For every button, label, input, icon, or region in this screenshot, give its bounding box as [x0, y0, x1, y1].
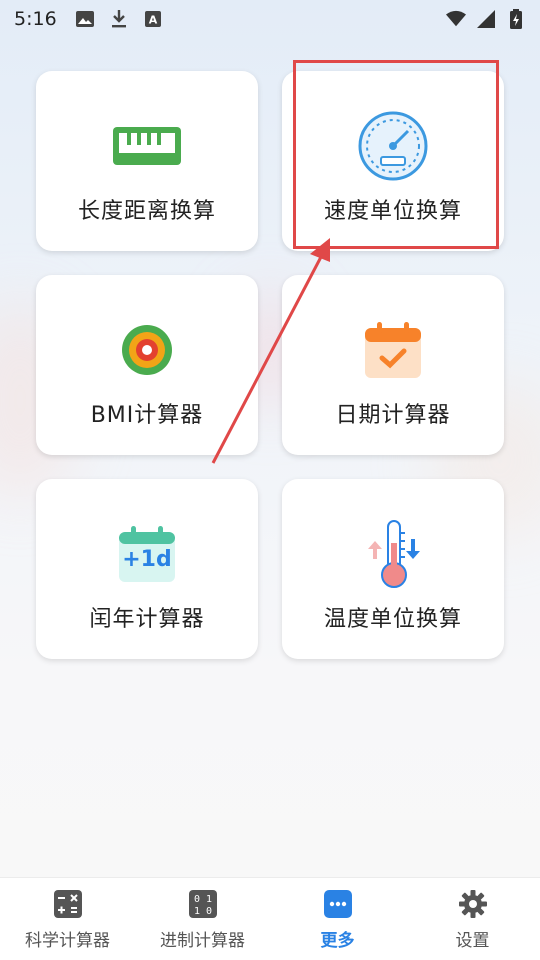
thermometer-icon	[358, 519, 428, 589]
signal-icon	[476, 9, 496, 29]
nav-item-scientific-calculator[interactable]: 科学计算器	[0, 878, 135, 960]
card-date-calculator[interactable]: 日期计算器	[282, 275, 504, 455]
card-temperature-conversion[interactable]: 温度单位换算	[282, 479, 504, 659]
card-label: 日期计算器	[335, 403, 451, 428]
tool-grid: 长度距离换算 速度单位换算 BMI计算器 日期计算器 +1d 闰年计算器 温度单…	[36, 71, 504, 659]
nav-label: 科学计算器	[25, 930, 110, 951]
calendar-text: +1d	[122, 547, 172, 572]
card-bmi-calculator[interactable]: BMI计算器	[36, 275, 258, 455]
card-label: 长度距离换算	[77, 199, 216, 224]
wifi-icon	[446, 9, 466, 29]
card-label: 温度单位换算	[323, 607, 462, 632]
card-label: 闰年计算器	[89, 607, 205, 632]
nav-label: 设置	[455, 930, 490, 951]
nav-label: 更多	[320, 930, 355, 951]
card-label: BMI计算器	[90, 403, 204, 428]
nav-label: 进制计算器	[160, 930, 245, 951]
svg-text:1: 1	[205, 894, 211, 905]
a-text-icon: A	[143, 9, 163, 29]
svg-text:A: A	[148, 14, 157, 27]
bottom-nav: 科学计算器 0 1 1 0 进制计算器 更多 设置	[0, 877, 540, 960]
ruler-icon	[112, 111, 182, 181]
card-label: 速度单位换算	[323, 199, 462, 224]
battery-icon	[506, 9, 526, 29]
card-length-conversion[interactable]: 长度距离换算	[36, 71, 258, 251]
svg-text:0: 0	[193, 894, 199, 905]
calculator-icon	[52, 888, 84, 920]
binary-icon: 0 1 1 0	[187, 888, 219, 920]
nav-item-more[interactable]: 更多	[270, 878, 405, 960]
calendar-check-icon	[358, 315, 428, 385]
nav-item-settings[interactable]: 设置	[405, 878, 540, 960]
card-leap-year-calculator[interactable]: +1d 闰年计算器	[36, 479, 258, 659]
more-dots-icon	[322, 888, 354, 920]
download-icon	[109, 9, 129, 29]
status-time: 5:16	[14, 8, 57, 30]
speedometer-icon	[358, 111, 428, 181]
card-speed-conversion[interactable]: 速度单位换算	[282, 71, 504, 251]
svg-text:1: 1	[193, 906, 199, 917]
gear-icon	[457, 888, 489, 920]
nav-item-base-calculator[interactable]: 0 1 1 0 进制计算器	[135, 878, 270, 960]
status-bar: 5:16 A	[0, 0, 540, 38]
svg-text:0: 0	[205, 906, 211, 917]
target-icon	[112, 315, 182, 385]
calendar-plus-one-icon: +1d	[112, 519, 182, 589]
image-icon	[75, 9, 95, 29]
